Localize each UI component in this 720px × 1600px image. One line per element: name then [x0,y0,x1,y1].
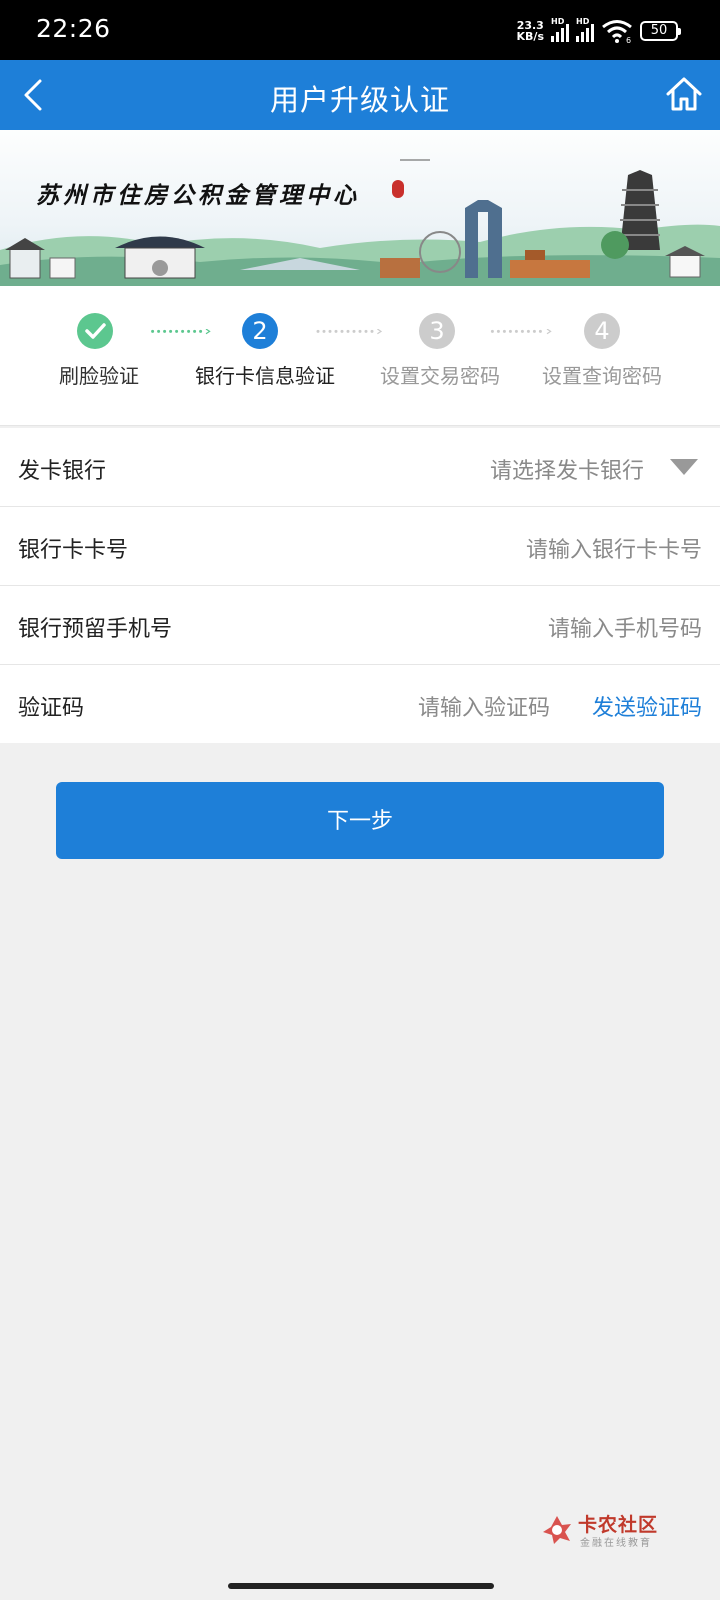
step-3-number: 3 [419,313,455,349]
dropdown-arrow-icon[interactable] [670,459,698,475]
banner: 苏州市住房公积金管理中心 [0,130,720,286]
seal-icon [392,180,404,198]
nav-bar: 用户升级认证 [0,60,720,130]
card-number-input[interactable]: 请输入银行卡卡号 [526,532,702,564]
watermark: 卡农社区 金融在线教育 [540,1510,680,1550]
status-time: 22:26 [36,14,111,43]
step-1-check-icon [77,313,113,349]
step-4-number: 4 [584,313,620,349]
step-2-number: 2 [242,313,278,349]
bank-select[interactable]: 请选择发卡银行 [490,453,644,485]
step-connector-3 [490,329,552,335]
card-number-row: 银行卡卡号 请输入银行卡卡号 [0,507,720,586]
battery-icon: 50 [640,21,681,41]
step-connector-2 [316,329,383,335]
signal-icon: HD [551,17,569,42]
step-2-label: 银行卡信息验证 [195,364,335,388]
phone-label: 银行预留手机号 [18,617,173,642]
wifi-label: 6 [626,36,631,43]
card-number-label: 银行卡卡号 [18,538,129,563]
bank-label: 发卡银行 [18,459,107,484]
battery-level: 50 [650,23,668,38]
home-indicator[interactable] [228,1583,494,1589]
signal-icon-2: HD [576,17,594,42]
watermark-name: 卡农社区 [578,1514,659,1536]
progress-steps: 2 3 4 刷脸验证 银行卡信息验证 设置交易密码 设置查询密码 [0,286,720,426]
code-label: 验证码 [18,696,85,721]
bank-select-row[interactable]: 发卡银行 请选择发卡银行 [0,428,720,507]
status-bar: 22:26 23.3 KB/s HD HD 6 50 [0,0,720,60]
step-1-label: 刷脸验证 [59,364,139,388]
page-title: 用户升级认证 [269,83,450,117]
home-icon[interactable] [664,74,704,114]
network-speed-unit: KB/s [516,30,544,43]
wifi-icon: 6 [602,20,632,43]
phone-input[interactable]: 请输入手机号码 [548,611,702,643]
code-row: 验证码 请输入验证码 发送验证码 [0,665,720,743]
phone-row: 银行预留手机号 请输入手机号码 [0,586,720,665]
code-input[interactable]: 请输入验证码 [418,690,550,722]
kanong-logo-icon [543,1516,571,1544]
sim2-label: HD [576,17,590,26]
network-speed: 23.3 KB/s [517,20,544,42]
step-4-label: 设置查询密码 [542,364,662,388]
step-connector-1 [151,329,211,335]
bank-card-form: 发卡银行 请选择发卡银行 银行卡卡号 请输入银行卡卡号 银行预留手机号 请输入手… [0,428,720,743]
next-button[interactable]: 下一步 [56,782,664,859]
send-code-button[interactable]: 发送验证码 [592,690,702,722]
watermark-subtitle: 金融在线教育 [580,1538,652,1549]
step-3-label: 设置交易密码 [380,364,500,388]
banner-title: 苏州市住房公积金管理中心 [36,182,360,209]
status-icons: 23.3 KB/s HD HD 6 50 [517,16,681,46]
sim1-label: HD [551,17,565,26]
